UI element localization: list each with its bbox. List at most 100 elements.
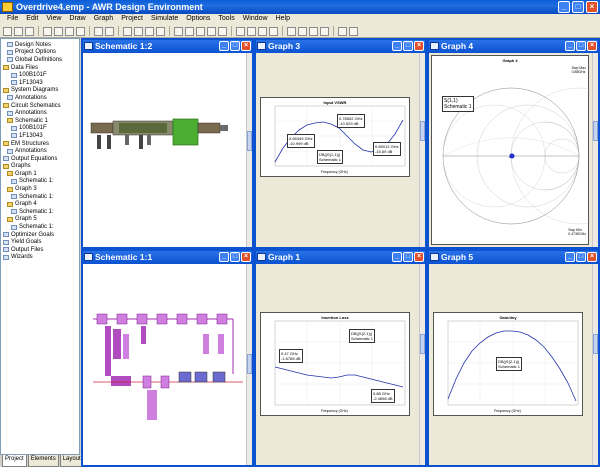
undo-icon[interactable] [94, 26, 103, 36]
paste-icon[interactable] [65, 26, 74, 36]
tree-item[interactable]: 1F13043 [3, 79, 79, 87]
yield-icon[interactable] [269, 26, 278, 36]
tree-item[interactable]: Design Notes [3, 41, 79, 49]
minimize-button[interactable]: _ [565, 252, 575, 262]
tree-item[interactable]: Data Files [3, 64, 79, 72]
menu-simulate[interactable]: Simulate [147, 14, 182, 25]
zoom-in-icon[interactable] [123, 26, 132, 36]
maximize-button[interactable]: □ [572, 1, 584, 13]
minimize-button[interactable]: _ [392, 252, 402, 262]
tree-item[interactable]: Schematic 1 [3, 117, 79, 125]
tab-project[interactable]: Project [2, 455, 27, 467]
minimize-button[interactable]: _ [219, 41, 229, 51]
tree-item[interactable]: Annotations [3, 109, 79, 117]
minimize-button[interactable]: _ [392, 41, 402, 51]
menu-window[interactable]: Window [239, 14, 272, 25]
project-tree[interactable]: Design Notes Project Options Global Defini… [0, 38, 80, 455]
tree-item[interactable]: Schematic 1: [3, 193, 79, 201]
vertical-scrollbar[interactable] [592, 53, 598, 247]
minimize-button[interactable]: _ [219, 252, 229, 262]
optimize-icon[interactable] [258, 26, 267, 36]
tree-item[interactable]: Yield Goals [3, 238, 79, 246]
graph-canvas[interactable]: Graph 4 S(1,1) Schematic 1 Swp Max 0.88G… [429, 53, 598, 247]
tree-item[interactable]: Output Equations [3, 155, 79, 163]
graph-canvas[interactable]: Gain/dny DB(|S(2,1)|) Schematic 1 Freque… [429, 264, 598, 465]
close-button[interactable]: × [241, 252, 251, 262]
3d-view-icon[interactable] [298, 26, 307, 36]
graph-canvas[interactable]: Input VSWR 0.78502 GHz -10.529 dB 0.6534… [256, 53, 425, 247]
window-graph-1[interactable]: Graph 1 _ □ × Insertion Loss 0.47 GHz -1… [254, 249, 427, 467]
menu-file[interactable]: File [3, 14, 22, 25]
close-button[interactable]: × [241, 41, 251, 51]
tree-item[interactable]: Global Definitions [3, 56, 79, 64]
tree-item[interactable]: Annotations [3, 147, 79, 155]
view-all-icon[interactable] [156, 26, 165, 36]
tree-item[interactable]: Output Files [3, 246, 79, 254]
close-button[interactable]: × [414, 252, 424, 262]
close-button[interactable]: × [587, 252, 597, 262]
copy-icon[interactable] [54, 26, 63, 36]
vertical-scrollbar[interactable] [419, 53, 425, 247]
tree-item[interactable]: Circuit Schematics [3, 102, 79, 110]
close-button[interactable]: × [586, 1, 598, 13]
tree-item[interactable]: Schematic 1: [3, 208, 79, 216]
menu-help[interactable]: Help [272, 14, 294, 25]
tree-item[interactable]: 100B101F [3, 125, 79, 133]
maximize-button[interactable]: □ [576, 41, 586, 51]
tree-item[interactable]: EM Structures [3, 140, 79, 148]
cascade-icon[interactable] [309, 26, 318, 36]
help-icon[interactable] [349, 26, 358, 36]
minimize-button[interactable]: _ [558, 1, 570, 13]
window-schematic-1-1[interactable]: Schematic 1:1 _ □ × [81, 249, 254, 467]
zoom-out-icon[interactable] [134, 26, 143, 36]
print-icon[interactable] [338, 26, 347, 36]
tree-item[interactable]: Optimizer Goals [3, 231, 79, 239]
vertical-scrollbar[interactable] [246, 264, 252, 465]
tree-item[interactable]: Graphs [3, 163, 79, 171]
close-button[interactable]: × [414, 41, 424, 51]
menu-options[interactable]: Options [182, 14, 214, 25]
add-graph-icon[interactable] [207, 26, 216, 36]
menu-edit[interactable]: Edit [22, 14, 42, 25]
vertical-scrollbar[interactable] [592, 264, 598, 465]
simulate-icon[interactable] [236, 26, 245, 36]
window-graph-5[interactable]: Graph 5 _ □ × Gain/dny DB(|S(2,1)|) Sche… [427, 249, 600, 467]
save-icon[interactable] [25, 26, 34, 36]
maximize-button[interactable]: □ [576, 252, 586, 262]
tree-item[interactable]: Graph 4 [3, 200, 79, 208]
redo-icon[interactable] [105, 26, 114, 36]
add-em-icon[interactable] [196, 26, 205, 36]
menu-draw[interactable]: Draw [65, 14, 89, 25]
minimize-button[interactable]: _ [565, 41, 575, 51]
add-output-icon[interactable] [218, 26, 227, 36]
tree-item[interactable]: Project Options [3, 49, 79, 57]
cut-icon[interactable] [43, 26, 52, 36]
window-graph-3[interactable]: Graph 3 _ □ × Input VSWR 0.78502 GHz -10… [254, 38, 427, 249]
vertical-scrollbar[interactable] [246, 53, 252, 247]
graph-canvas[interactable]: Insertion Loss 0.47 GHz -1.6785 dB 0.88 … [256, 264, 425, 465]
delete-icon[interactable] [76, 26, 85, 36]
zoom-area-icon[interactable] [145, 26, 154, 36]
schematic-canvas[interactable] [83, 264, 252, 465]
window-schematic-1-2[interactable]: Schematic 1:2 _ □ × [81, 38, 254, 249]
maximize-button[interactable]: □ [403, 41, 413, 51]
tune-icon[interactable] [247, 26, 256, 36]
tab-elements[interactable]: Elements [27, 455, 59, 467]
tile-icon[interactable] [320, 26, 329, 36]
maximize-button[interactable]: □ [230, 41, 240, 51]
menu-project[interactable]: Project [117, 14, 147, 25]
close-button[interactable]: × [587, 41, 597, 51]
new-file-icon[interactable] [3, 26, 12, 36]
add-system-icon[interactable] [185, 26, 194, 36]
menu-tools[interactable]: Tools [214, 14, 238, 25]
tree-item[interactable]: Schematic 1: [3, 223, 79, 231]
vertical-scrollbar[interactable] [419, 264, 425, 465]
maximize-button[interactable]: □ [230, 252, 240, 262]
layout-icon[interactable] [287, 26, 296, 36]
tree-item[interactable]: Graph 3 [3, 185, 79, 193]
menu-graph[interactable]: Graph [90, 14, 117, 25]
tree-item[interactable]: Wizards [3, 254, 79, 262]
open-folder-icon[interactable] [14, 26, 23, 36]
window-graph-4[interactable]: Graph 4 _ □ × Graph 4 S(1,1) Schematic 1… [427, 38, 600, 249]
tree-item[interactable]: Annotations [3, 94, 79, 102]
